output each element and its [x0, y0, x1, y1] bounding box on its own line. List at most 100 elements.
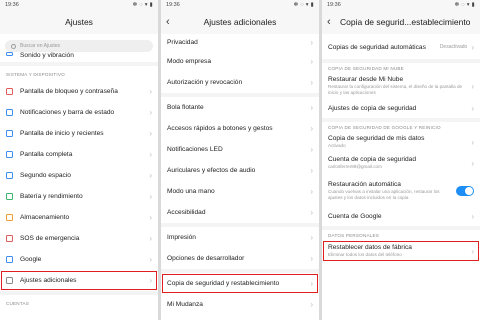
- chevron-right-icon: ›: [310, 144, 313, 154]
- restore-mi-cloud-label: Restaurar desde Mi Nube: [328, 76, 404, 84]
- additional-settings-item-label: Modo una mano: [167, 188, 215, 195]
- list-item-sound[interactable]: Sonido y vibración: [0, 52, 158, 62]
- more-icon: [6, 277, 13, 284]
- additional-settings-list: Privacidad › Modo empresa › Autorización y r…: [161, 34, 319, 315]
- additional-settings-item-label: Copia de seguridad y restablecimiento: [167, 280, 280, 287]
- settings-item[interactable]: SOS de emergencia ›: [0, 228, 158, 249]
- chevron-right-icon: ›: [310, 207, 313, 217]
- settings-item[interactable]: Pantalla de inicio y recientes ›: [0, 123, 158, 144]
- home-icon: [6, 130, 13, 137]
- settings-item-label: SOS de emergencia: [20, 235, 80, 242]
- additional-settings-item-label: Accesibilidad: [167, 209, 206, 216]
- backup-account-sub: carlosferrer89@gmail.com: [328, 164, 382, 170]
- status-time: 19:36: [327, 2, 341, 8]
- settings-item[interactable]: Google ›: [0, 249, 158, 270]
- sos-icon: [6, 235, 13, 242]
- additional-settings-screen: 19:36 ✻ ◌ ▾ ▮ ‹ Ajustes adicionales Priv…: [161, 0, 319, 320]
- chevron-right-icon: ›: [310, 77, 313, 87]
- chevron-right-icon: ›: [471, 137, 474, 147]
- status-time: 19:36: [166, 2, 180, 8]
- chevron-right-icon: ›: [310, 253, 313, 263]
- backup-account-row[interactable]: Cuenta de copia de seguridad carlosferre…: [322, 152, 480, 174]
- backup-settings-row[interactable]: Ajustes de copia de seguridad ›: [322, 99, 480, 118]
- fullscreen-icon: [6, 151, 13, 158]
- google-account-row[interactable]: Cuenta de Google ›: [322, 207, 480, 226]
- chevron-right-icon: ›: [149, 170, 152, 180]
- backup-account-label: Cuenta de copia de seguridad: [328, 156, 416, 164]
- settings-item-label: Pantalla completa: [20, 151, 73, 158]
- additional-settings-item-label: Impresión: [167, 234, 196, 241]
- additional-settings-item[interactable]: Modo una mano ›: [161, 181, 319, 202]
- settings-item[interactable]: Pantalla de bloqueo y contraseña ›: [0, 81, 158, 102]
- additional-settings-item[interactable]: Autorización y revocación ›: [161, 72, 319, 93]
- second-space-icon: [6, 172, 13, 179]
- header: ‹ Ajustes adicionales: [161, 10, 319, 34]
- additional-settings-item[interactable]: Copia de seguridad y restablecimiento ›: [161, 273, 319, 294]
- additional-settings-item[interactable]: Mi Mudanza ›: [161, 294, 319, 315]
- list-item-label: Sonido y vibración: [20, 52, 74, 59]
- restore-mi-cloud-row[interactable]: Restaurar desde Mi Nube Restaurar la con…: [322, 73, 480, 99]
- settings-item-label: Almacenamiento: [20, 214, 70, 221]
- additional-settings-item-label: Bola flotante: [167, 104, 204, 111]
- chevron-right-icon: ›: [310, 102, 313, 112]
- settings-item[interactable]: Segundo espacio ›: [0, 165, 158, 186]
- back-icon[interactable]: ‹: [161, 16, 177, 28]
- factory-reset-row[interactable]: Restablecer datos de fábrica Eliminar to…: [322, 240, 480, 262]
- auto-backup-value: Desactivado: [439, 44, 468, 50]
- additional-settings-item[interactable]: Opciones de desarrollador ›: [161, 248, 319, 269]
- back-icon[interactable]: ‹: [322, 16, 338, 28]
- page-title: Copia de segurid...establecimiento: [340, 17, 471, 27]
- page-title: Ajustes: [65, 17, 93, 27]
- chevron-right-icon: ›: [310, 165, 313, 175]
- additional-settings-item-label: Auriculares y efectos de audio: [167, 167, 256, 174]
- additional-settings-item[interactable]: Impresión ›: [161, 227, 319, 248]
- section-header: COPIA DE SEGURIDAD MI NUBE: [328, 66, 404, 71]
- search-icon: [11, 43, 16, 49]
- chevron-right-icon: ›: [149, 128, 152, 138]
- additional-settings-item[interactable]: Privacidad ›: [161, 34, 319, 51]
- settings-item-label: Google: [20, 256, 42, 263]
- additional-settings-item-label: Mi Mudanza: [167, 301, 203, 308]
- settings-item[interactable]: Ajustes adicionales ›: [0, 270, 158, 291]
- section-header: COPIA DE SEGURIDAD DE GOOGLE Y REINICIO: [328, 125, 441, 130]
- settings-item[interactable]: Batería y rendimiento ›: [0, 186, 158, 207]
- sound-icon: [6, 52, 13, 56]
- factory-reset-sub: Eliminar todos los datos del teléfono: [328, 252, 402, 258]
- auto-restore-toggle[interactable]: [456, 185, 474, 196]
- settings-item[interactable]: Pantalla completa ›: [0, 144, 158, 165]
- settings-item[interactable]: Almacenamiento ›: [0, 207, 158, 228]
- additional-settings-item-label: Privacidad: [167, 39, 198, 46]
- chevron-right-icon: ›: [310, 278, 313, 288]
- status-icons: ✻ ◌ ▾ ▮: [293, 2, 314, 8]
- settings-item-label: Notificaciones y barra de estado: [20, 109, 115, 116]
- additional-settings-item-label: Accesos rápidos a botones y gestos: [167, 125, 273, 132]
- chevron-right-icon: ›: [149, 212, 152, 222]
- chevron-right-icon: ›: [149, 275, 152, 285]
- google-icon: [6, 256, 13, 263]
- additional-settings-item[interactable]: Accesibilidad ›: [161, 202, 319, 223]
- additional-settings-item-label: Notificaciones LED: [167, 146, 223, 153]
- search-input[interactable]: Buscar en Ajustes: [5, 40, 153, 52]
- additional-settings-item[interactable]: Bola flotante ›: [161, 97, 319, 118]
- backup-settings-label: Ajustes de copia de seguridad: [328, 105, 417, 112]
- additional-settings-item[interactable]: Notificaciones LED ›: [161, 139, 319, 160]
- auto-restore-label: Restauración automática: [328, 180, 401, 188]
- status-bar: 19:36 ✻ ◌ ▾ ▮: [322, 0, 480, 10]
- chevron-right-icon: ›: [471, 246, 474, 256]
- status-time: 19:36: [5, 2, 19, 8]
- settings-item[interactable]: Notificaciones y barra de estado ›: [0, 102, 158, 123]
- additional-settings-item-label: Autorización y revocación: [167, 79, 243, 86]
- chevron-right-icon: ›: [149, 233, 152, 243]
- additional-settings-item[interactable]: Accesos rápidos a botones y gestos ›: [161, 118, 319, 139]
- chevron-right-icon: ›: [471, 158, 474, 168]
- additional-settings-item[interactable]: Modo empresa ›: [161, 51, 319, 72]
- section-header: CUENTAS: [6, 301, 30, 306]
- backup-my-data-row[interactable]: Copia de seguridad de mis datos Activado…: [322, 132, 480, 152]
- settings-item-label: Pantalla de bloqueo y contraseña: [20, 88, 118, 95]
- settings-screen: 19:36 ✻ ◌ ▾ ▮ Ajustes Buscar en Ajustes …: [0, 0, 158, 320]
- chevron-right-icon: ›: [149, 86, 152, 96]
- auto-backup-row[interactable]: Copias de seguridad automáticas Desactiv…: [322, 35, 480, 59]
- settings-item-label: Batería y rendimiento: [20, 193, 83, 200]
- additional-settings-item[interactable]: Auriculares y efectos de audio ›: [161, 160, 319, 181]
- section-header: DATOS PERSONALES: [328, 233, 380, 238]
